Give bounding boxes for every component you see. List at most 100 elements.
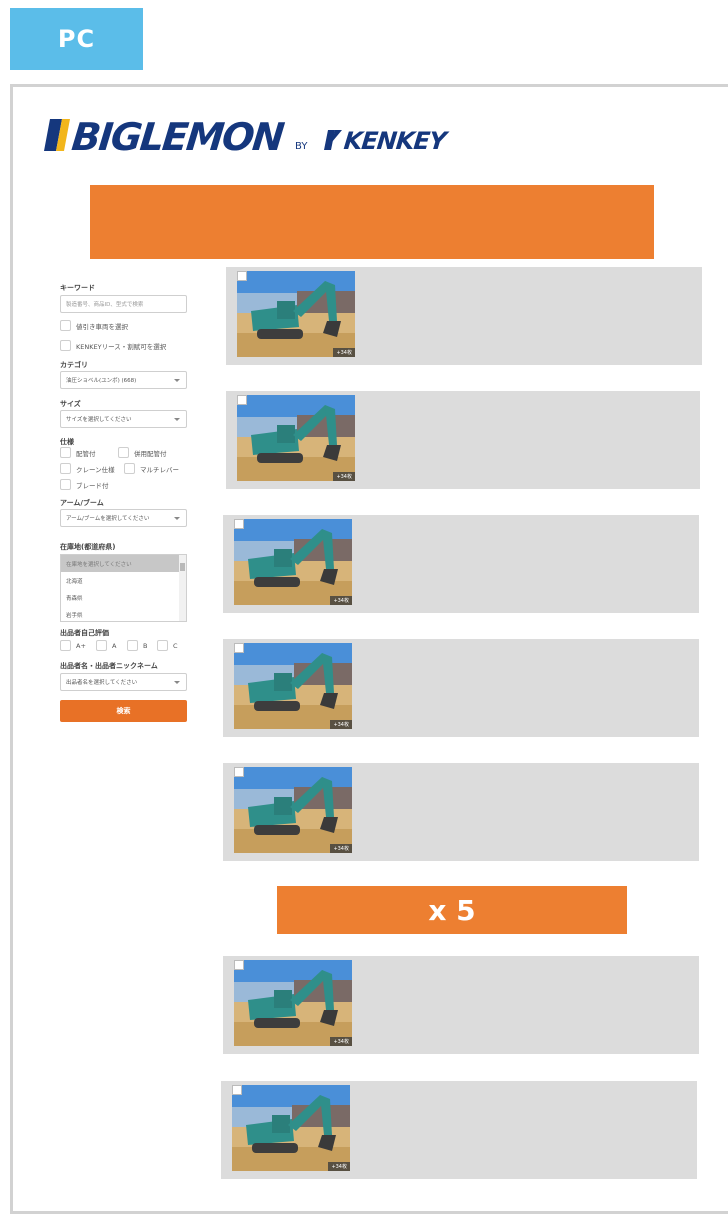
photo-count-badge: +34枚 — [333, 472, 355, 481]
spec-option-label: 配管付 — [76, 449, 96, 458]
favorite-checkbox[interactable] — [237, 395, 247, 405]
spec-option-label: クレーン仕様 — [76, 465, 115, 474]
favorite-checkbox[interactable] — [234, 519, 244, 529]
favorite-checkbox[interactable] — [234, 767, 244, 777]
search-button[interactable]: 検索 — [60, 700, 187, 722]
rating-label: 出品者自己評価 — [60, 629, 109, 637]
listing-photo[interactable]: +34枚 — [234, 767, 352, 853]
checkbox-box[interactable] — [60, 479, 71, 490]
excavator-photo — [234, 960, 352, 1046]
listing-card[interactable]: +34枚 — [221, 1081, 697, 1179]
discount-checkbox-label: 値引き車両を選択 — [76, 322, 128, 331]
seller-label: 出品者名・出品者ニックネーム — [60, 662, 158, 670]
location-option[interactable]: 北海道 — [61, 572, 186, 589]
rating-checkbox[interactable]: A+ — [60, 640, 86, 651]
category-value: 油圧ショベル(ユンボ) (668) — [66, 378, 137, 384]
arm-select[interactable]: アーム/ブームを選択してください — [60, 509, 187, 527]
rating-option-label: A — [112, 641, 117, 650]
favorite-checkbox[interactable] — [234, 960, 244, 970]
checkbox-box[interactable] — [96, 640, 107, 651]
rating-checkbox[interactable]: C — [157, 640, 178, 651]
spec-option-label: マルチレバー — [140, 465, 179, 474]
keyword-input[interactable]: 製造番号、商品ID、型式で検索 — [60, 295, 187, 313]
size-select[interactable]: サイズを選択してください — [60, 410, 187, 428]
checkbox-box[interactable] — [127, 640, 138, 651]
checkbox-box[interactable] — [60, 640, 71, 651]
location-option[interactable]: 岩手県 — [61, 606, 186, 623]
excavator-photo — [234, 519, 352, 605]
top-banner — [90, 185, 654, 259]
category-label: カテゴリ — [60, 361, 88, 369]
listbox-scrollbar[interactable] — [179, 555, 186, 621]
chevron-down-icon — [174, 516, 180, 520]
photo-count-badge: +34枚 — [330, 596, 352, 605]
photo-count-badge: +34枚 — [330, 1037, 352, 1046]
checkbox-box[interactable] — [118, 447, 129, 458]
location-label: 在庫地(都道府県) — [60, 543, 116, 551]
checkbox-box[interactable] — [60, 320, 71, 331]
listing-card[interactable]: +34枚 — [223, 639, 699, 737]
excavator-photo — [237, 271, 355, 357]
spec-option-label: ブレード付 — [76, 481, 109, 490]
rating-option-label: C — [173, 641, 178, 650]
spec-checkbox[interactable]: 併用配管付 — [118, 447, 167, 458]
photo-count-badge: +34枚 — [333, 348, 355, 357]
repeat-indicator: x 5 — [277, 886, 627, 934]
checkbox-box[interactable] — [124, 463, 135, 474]
checkbox-box[interactable] — [60, 447, 71, 458]
page-frame: BIGLEMON BY KENKEY キーワード 製造番号、商品ID、型式で検索… — [10, 84, 728, 1214]
pc-tag: PC — [10, 8, 143, 70]
size-value: サイズを選択してください — [66, 417, 132, 423]
checkbox-box[interactable] — [60, 463, 71, 474]
rating-checkbox[interactable]: B — [127, 640, 147, 651]
discount-checkbox[interactable]: 値引き車両を選択 — [60, 320, 128, 331]
scrollbar-thumb[interactable] — [180, 563, 185, 571]
arm-value: アーム/ブームを選択してください — [66, 516, 150, 522]
listing-card[interactable]: +34枚 — [223, 515, 699, 613]
listing-card[interactable]: +34枚 — [223, 956, 699, 1054]
favorite-checkbox[interactable] — [234, 643, 244, 653]
chevron-down-icon — [174, 680, 180, 684]
favorite-checkbox[interactable] — [237, 271, 247, 281]
seller-value: 出品者名を選択してください — [66, 680, 138, 686]
lease-checkbox-label: KENKEYリース・割賦可を選択 — [76, 342, 167, 351]
checkbox-box[interactable] — [157, 640, 168, 651]
checkbox-box[interactable] — [60, 340, 71, 351]
location-option[interactable]: 在庫地を選択してください — [61, 555, 186, 572]
lease-checkbox[interactable]: KENKEYリース・割賦可を選択 — [60, 340, 166, 351]
favorite-checkbox[interactable] — [232, 1085, 242, 1095]
photo-count-badge: +34枚 — [330, 720, 352, 729]
spec-option-label: 併用配管付 — [134, 449, 167, 458]
brand-name: BIGLEMON — [69, 115, 285, 159]
excavator-photo — [237, 395, 355, 481]
spec-checkbox[interactable]: 配管付 — [60, 447, 96, 458]
listing-card[interactable]: +34枚 — [223, 763, 699, 861]
spec-checkbox[interactable]: クレーン仕様 — [60, 463, 115, 474]
listing-photo[interactable]: +34枚 — [237, 271, 355, 357]
listing-photo[interactable]: +34枚 — [234, 519, 352, 605]
listing-photo[interactable]: +34枚 — [237, 395, 355, 481]
location-listbox[interactable]: 在庫地を選択してください 北海道 青森県 岩手県 — [60, 554, 187, 622]
listing-photo[interactable]: +34枚 — [234, 643, 352, 729]
location-option[interactable]: 青森県 — [61, 589, 186, 606]
listing-card[interactable]: +34枚 — [226, 267, 702, 365]
excavator-photo — [234, 643, 352, 729]
spec-checkbox[interactable]: マルチレバー — [124, 463, 179, 474]
chevron-down-icon — [174, 378, 180, 382]
kenkey-mark-icon — [324, 130, 342, 150]
rating-option-label: A+ — [76, 641, 86, 650]
rating-option-label: B — [143, 641, 148, 650]
seller-select[interactable]: 出品者名を選択してください — [60, 673, 187, 691]
excavator-photo — [234, 767, 352, 853]
listing-card[interactable]: +34枚 — [226, 391, 700, 489]
category-select[interactable]: 油圧ショベル(ユンボ) (668) — [60, 371, 187, 389]
biglemon-mark-icon — [44, 119, 70, 151]
spec-checkbox[interactable]: ブレード付 — [60, 479, 109, 490]
brand-by: BY — [295, 141, 308, 152]
size-label: サイズ — [60, 400, 81, 408]
keyword-label: キーワード — [60, 284, 95, 292]
rating-checkbox[interactable]: A — [96, 640, 116, 651]
listing-photo[interactable]: +34枚 — [232, 1085, 350, 1171]
spec-label: 仕様 — [60, 438, 74, 446]
listing-photo[interactable]: +34枚 — [234, 960, 352, 1046]
